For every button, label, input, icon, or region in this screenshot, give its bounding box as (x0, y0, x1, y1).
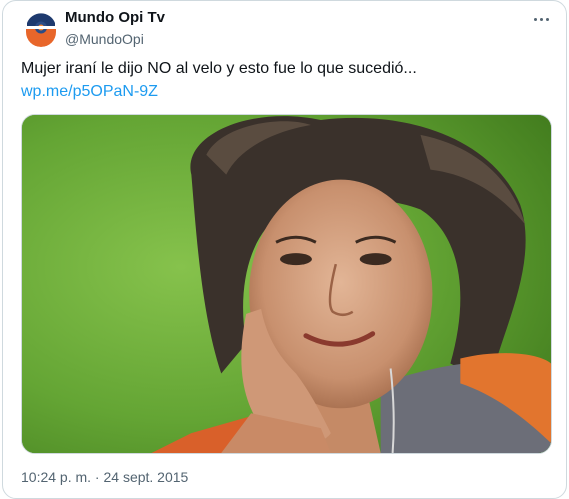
tweet-link[interactable]: wp.me/p5OPaN-9Z (21, 82, 158, 102)
more-horizontal-icon (533, 17, 537, 21)
more-options-button[interactable] (528, 9, 554, 29)
author-handle[interactable]: @MundoOpi (65, 30, 165, 48)
tweet-media-image[interactable] (21, 114, 552, 454)
mundo-opi-logo (23, 10, 59, 47)
tweet-text: Mujer iraní le dijo NO al velo y esto fu… (21, 60, 417, 77)
author-display-name[interactable]: Mundo Opi Tv (65, 9, 165, 27)
tweet-timestamp[interactable]: 10:24 p. m. · 24 sept. 2015 (21, 468, 188, 486)
avatar[interactable] (22, 9, 60, 47)
portrait-photo (22, 115, 551, 453)
author-block[interactable]: Mundo Opi Tv @MundoOpi (65, 9, 165, 48)
tweet-card[interactable]: Mundo Opi Tv @MundoOpi Mujer iraní le di… (2, 0, 567, 499)
